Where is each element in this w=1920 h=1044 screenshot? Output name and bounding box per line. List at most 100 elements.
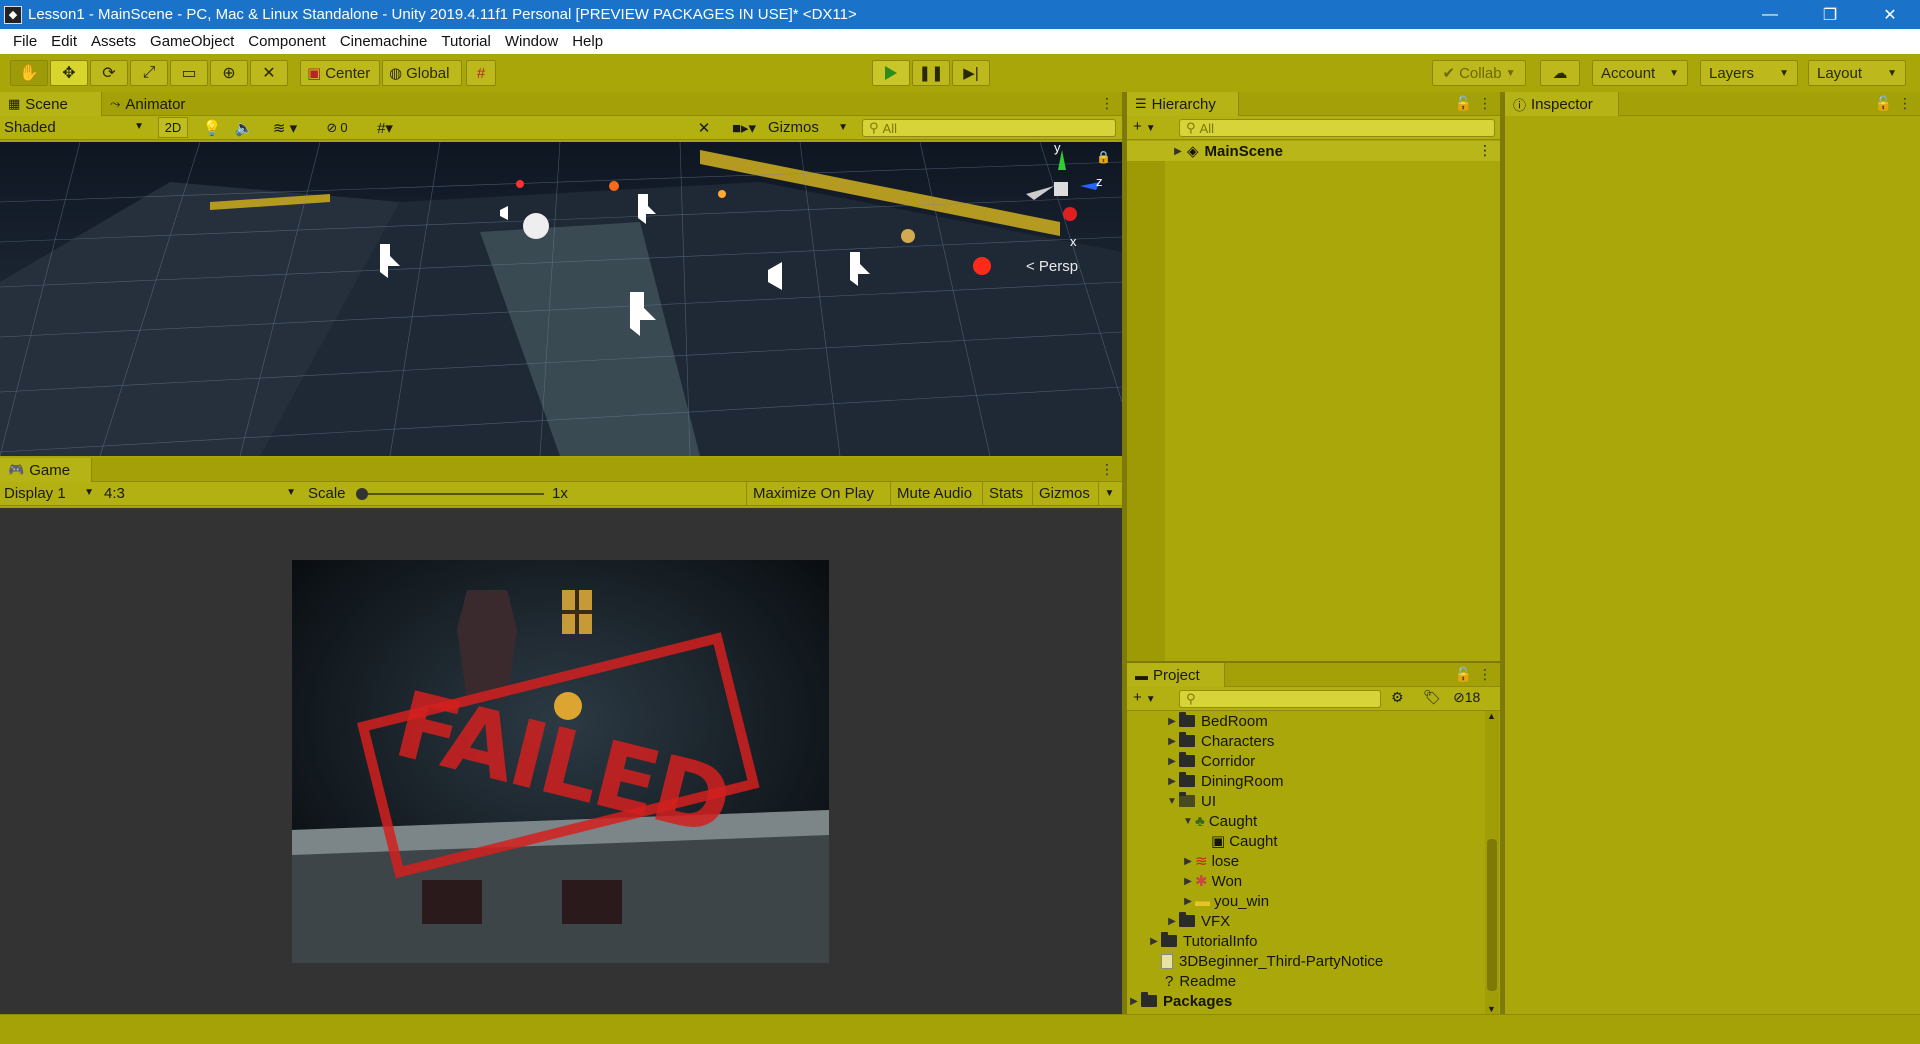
play-button[interactable] <box>872 60 910 86</box>
scene-gizmos-dropdown[interactable]: Gizmos ▼ <box>768 117 852 138</box>
scrollbar-thumb[interactable] <box>1487 839 1497 991</box>
project-search-input[interactable]: ⚲ <box>1179 690 1381 708</box>
kebab-menu-icon[interactable]: ⋮ <box>1100 461 1114 478</box>
menu-help[interactable]: Help <box>565 33 610 50</box>
menu-edit[interactable]: Edit <box>44 33 84 50</box>
list-item[interactable]: 3DBeginner_Third-PartyNotice <box>1161 951 1383 971</box>
account-dropdown[interactable]: Account ▼ <box>1592 60 1688 86</box>
kebab-menu-icon[interactable]: ⋮ <box>1478 95 1492 112</box>
list-item[interactable]: ▶ ▬ you_win <box>1181 891 1269 911</box>
hierarchy-search-input[interactable]: ⚲ All <box>1179 119 1495 137</box>
expand-arrow-icon[interactable]: ▶ <box>1147 936 1161 947</box>
kebab-menu-icon[interactable]: ⋮ <box>1898 95 1912 112</box>
menu-tutorial[interactable]: Tutorial <box>434 33 497 50</box>
expand-arrow-icon[interactable]: ▶ <box>1181 876 1195 887</box>
display-dropdown[interactable]: Display 1 ▼ <box>4 485 96 503</box>
lighting-toggle[interactable]: 💡 <box>198 117 226 138</box>
restore-button[interactable]: ❐ <box>1800 0 1860 29</box>
cloud-button[interactable]: ☁ <box>1540 60 1580 86</box>
shading-mode-dropdown[interactable]: Shaded ▼ <box>4 119 148 137</box>
collab-dropdown[interactable]: ✔ Collab ▼ <box>1432 60 1526 86</box>
expand-arrow-icon[interactable]: ▶ <box>1171 146 1185 157</box>
menu-file[interactable]: File <box>6 33 44 50</box>
scene-root-item[interactable]: ▶ ◈ MainScene <box>1171 141 1491 161</box>
list-item[interactable]: ▣ Caught <box>1211 831 1278 851</box>
list-item[interactable]: ▶ TutorialInfo <box>1147 931 1257 951</box>
game-viewport[interactable]: FAILED <box>0 508 1122 1014</box>
scene-viewport[interactable]: y z x < Persp 🔒 <box>0 142 1122 456</box>
list-item[interactable]: ▶ Corridor <box>1165 751 1255 771</box>
expand-arrow-icon[interactable]: ▶ <box>1165 716 1179 727</box>
pause-button[interactable]: ❚❚ <box>912 60 950 86</box>
create-dropdown[interactable]: + ▼ <box>1133 118 1156 135</box>
toggle-2d-button[interactable]: 2D <box>158 117 188 138</box>
menu-component[interactable]: Component <box>241 33 333 50</box>
stats-toggle[interactable]: Stats <box>982 482 1029 505</box>
expand-arrow-icon[interactable]: ▶ <box>1165 756 1179 767</box>
menu-window[interactable]: Window <box>498 33 565 50</box>
lock-icon[interactable]: 🔒 <box>1096 150 1111 164</box>
hand-tool-button[interactable]: ✋ <box>10 60 48 86</box>
list-item[interactable]: ▶ Characters <box>1165 731 1274 751</box>
scene-tools-button[interactable]: ✕ <box>692 117 716 138</box>
camera-dropdown[interactable]: ■▸▾ <box>724 117 764 138</box>
step-button[interactable]: ▶| <box>952 60 990 86</box>
tab-inspector[interactable]: ⓘ Inspector <box>1505 92 1619 116</box>
list-item[interactable]: ▼ UI <box>1165 791 1216 811</box>
list-item[interactable]: ▶ VFX <box>1165 911 1230 931</box>
tab-animator[interactable]: ⤳ Animator <box>102 92 193 116</box>
gizmo-axis-x[interactable]: x <box>1070 234 1077 249</box>
audio-toggle[interactable]: 🔈 <box>230 117 258 138</box>
transform-tool-button[interactable]: ⊕ <box>210 60 248 86</box>
search-by-label-icon[interactable]: 🏷 <box>1423 689 1441 706</box>
effects-dropdown[interactable]: ≋ ▾ <box>262 117 308 138</box>
pivot-mode-button[interactable]: ▣ Center <box>300 60 380 86</box>
game-gizmos-toggle[interactable]: Gizmos <box>1032 482 1096 505</box>
list-item[interactable]: ▶ ✱ Won <box>1181 871 1242 891</box>
search-by-type-icon[interactable]: ⚙ <box>1391 689 1404 706</box>
list-item[interactable]: ▼ ♣ Caught <box>1181 811 1257 831</box>
menu-cinemachine[interactable]: Cinemachine <box>333 33 435 50</box>
kebab-menu-icon[interactable]: ⋮ <box>1478 142 1492 159</box>
list-item[interactable]: ▶ BedRoom <box>1165 711 1268 731</box>
rotate-tool-button[interactable]: ⟳ <box>90 60 128 86</box>
tab-scene[interactable]: ▦ Scene <box>0 92 102 116</box>
expand-arrow-icon[interactable]: ▶ <box>1165 916 1179 927</box>
pivot-space-button[interactable]: ◍ Global <box>382 60 462 86</box>
custom-tool-button[interactable]: ✕ <box>250 60 288 86</box>
maximize-on-play-toggle[interactable]: Maximize On Play <box>746 482 880 505</box>
scale-tool-button[interactable]: ⤢ <box>130 60 168 86</box>
aspect-dropdown[interactable]: 4:3 ▼ <box>104 485 298 503</box>
hidden-objects-toggle[interactable]: ⊘ 0 <box>316 117 358 138</box>
scroll-up-icon[interactable]: ▲ <box>1487 711 1496 721</box>
rect-tool-button[interactable]: ▭ <box>170 60 208 86</box>
tab-project[interactable]: ▬ Project <box>1127 663 1225 687</box>
scroll-down-icon[interactable]: ▼ <box>1487 1004 1496 1014</box>
collapse-arrow-icon[interactable]: ▼ <box>1181 816 1195 827</box>
grid-dropdown[interactable]: #▾ <box>362 117 408 138</box>
layers-dropdown[interactable]: Layers ▼ <box>1700 60 1798 86</box>
lock-icon[interactable]: 🔓 <box>1455 666 1472 683</box>
layout-dropdown[interactable]: Layout ▼ <box>1808 60 1906 86</box>
list-item[interactable]: ? Readme <box>1165 971 1236 991</box>
chevron-down-icon[interactable]: ▼ <box>1098 482 1120 505</box>
kebab-menu-icon[interactable]: ⋮ <box>1478 666 1492 683</box>
expand-arrow-icon[interactable]: ▶ <box>1181 896 1195 907</box>
list-item[interactable]: ▶ ≋ lose <box>1181 851 1239 871</box>
hidden-packages-toggle[interactable]: ⊘18 <box>1453 689 1480 706</box>
collapse-arrow-icon[interactable]: ▼ <box>1165 796 1179 807</box>
scale-slider-handle[interactable] <box>356 488 368 500</box>
lock-icon[interactable]: 🔓 <box>1875 95 1892 112</box>
scale-slider-track[interactable] <box>360 493 544 495</box>
close-button[interactable]: ✕ <box>1860 0 1920 29</box>
kebab-menu-icon[interactable]: ⋮ <box>1100 95 1114 112</box>
list-item[interactable]: ▶ Packages <box>1127 991 1232 1011</box>
list-item[interactable]: ▶ DiningRoom <box>1165 771 1284 791</box>
menu-assets[interactable]: Assets <box>84 33 143 50</box>
lock-icon[interactable]: 🔓 <box>1455 95 1472 112</box>
project-scrollbar[interactable]: ▲ ▼ <box>1485 711 1499 1014</box>
move-tool-button[interactable]: ✥ <box>50 60 88 86</box>
scene-search-input[interactable]: ⚲ All <box>862 119 1116 137</box>
grid-snap-button[interactable]: # <box>466 60 496 86</box>
create-dropdown[interactable]: + ▼ <box>1133 689 1156 706</box>
